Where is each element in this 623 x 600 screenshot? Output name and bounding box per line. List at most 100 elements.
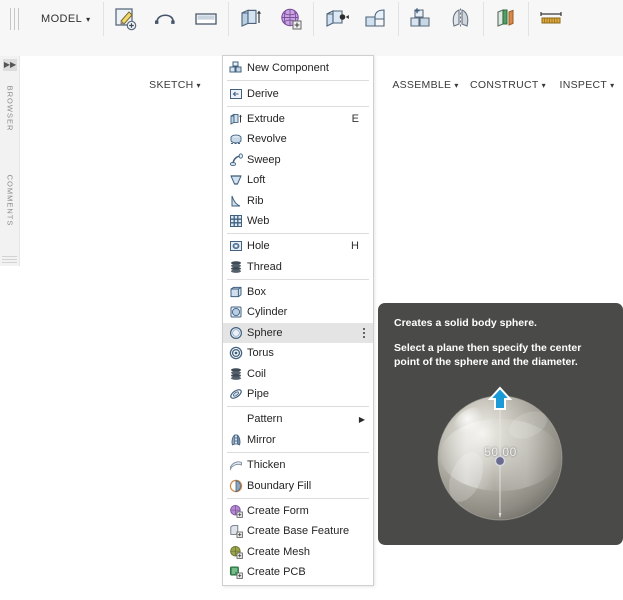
menu-item-label: Mirror — [247, 433, 276, 446]
menu-item-extrude[interactable]: Extrude E — [223, 109, 373, 129]
derive-icon — [228, 86, 243, 101]
menu-item-sweep[interactable]: Sweep — [223, 150, 373, 170]
menu-item-create-pcb[interactable]: Create PCB — [223, 562, 373, 582]
main-toolbar: MODEL ▾ SKETCH ▾ ASSEMBLE ▾ CONSTRUCT ▾ … — [0, 0, 623, 94]
thread-icon — [228, 259, 243, 274]
create-sketch-button[interactable] — [106, 1, 146, 37]
rib-icon — [228, 193, 243, 208]
menu-item-thread[interactable]: Thread — [223, 257, 373, 277]
menu-item-cylinder[interactable]: Cylinder — [223, 302, 373, 322]
boundary-fill-icon — [228, 478, 243, 493]
menu-item-box[interactable]: Box — [223, 282, 373, 302]
create-form-button[interactable] — [271, 1, 311, 37]
toolbar-drag-grip[interactable] — [10, 8, 19, 30]
menu-separator — [227, 80, 369, 82]
mirror-joint-button[interactable] — [441, 1, 481, 37]
menu-item-label: Loft — [247, 174, 266, 187]
chevron-down-icon: ▾ — [610, 81, 615, 90]
menu-item-label: Thread — [247, 260, 282, 273]
menu-item-label: Pipe — [247, 388, 270, 401]
toolbar-group-label-construct[interactable]: CONSTRUCT ▾ — [463, 76, 553, 94]
menu-item-web[interactable]: Web — [223, 211, 373, 231]
chevron-right-icon: ▶ — [358, 414, 365, 424]
group-label-text: INSPECT — [559, 79, 608, 91]
press-pull-button[interactable] — [316, 1, 356, 37]
workspace-selector[interactable]: MODEL ▾ — [23, 13, 101, 25]
menu-item-create-form[interactable]: Create Form — [223, 501, 373, 521]
create-form-icon — [228, 504, 243, 519]
measure-button[interactable] — [531, 1, 571, 37]
menu-item-pattern[interactable]: Pattern ▶ — [223, 409, 373, 429]
browser-panel-label[interactable]: BROWSER — [5, 86, 14, 132]
toolbar-group-label-sketch[interactable]: SKETCH ▾ — [128, 76, 222, 94]
menu-item-label: Cylinder — [247, 306, 288, 319]
menu-item-thicken[interactable]: Thicken — [223, 455, 373, 475]
menu-item-boundary-fill[interactable]: Boundary Fill — [223, 475, 373, 495]
comments-panel-label[interactable]: COMMENTS — [5, 175, 14, 227]
menu-item-coil[interactable]: Coil — [223, 363, 373, 383]
thicken-icon — [228, 458, 243, 473]
new-component-button[interactable] — [401, 1, 441, 37]
menu-item-pipe[interactable]: Pipe — [223, 384, 373, 404]
menu-item-label: Create Base Feature — [247, 525, 350, 538]
toolbar-group-label-assemble[interactable]: ASSEMBLE ▾ — [383, 76, 468, 94]
menu-item-rib[interactable]: Rib — [223, 190, 373, 210]
toolbar-divider — [312, 2, 314, 36]
box-icon — [228, 285, 243, 300]
chevron-down-icon: ▾ — [541, 81, 546, 90]
toolbar-divider — [227, 2, 229, 36]
chevron-down-icon: ▾ — [86, 15, 91, 24]
menu-item-create-mesh[interactable]: Create Mesh — [223, 542, 373, 562]
menu-item-create-base-feature[interactable]: Create Base Feature — [223, 521, 373, 541]
create-dropdown-menu[interactable]: New Component Derive Extrude E Revolve S… — [222, 55, 374, 587]
menu-item-hole[interactable]: Hole H — [223, 236, 373, 256]
menu-item-mirror[interactable]: Mirror — [223, 430, 373, 450]
menu-separator — [227, 406, 369, 408]
menu-item-label: Derive — [247, 87, 279, 100]
group-label-text: SKETCH — [149, 79, 194, 91]
menu-item-new-component[interactable]: New Component — [223, 58, 373, 78]
toolbar-icon-row: MODEL ▾ — [0, 0, 623, 38]
sphere-dimension-label: 50.00 — [484, 445, 517, 459]
toolbar-divider — [102, 2, 104, 36]
resize-grip-icon[interactable] — [2, 256, 17, 264]
toolbar-group-create — [231, 0, 311, 38]
group-label-text: CONSTRUCT — [470, 79, 539, 91]
menu-item-label: Web — [247, 214, 270, 227]
menu-item-derive[interactable]: Derive — [223, 83, 373, 103]
toolbar-group-assemble — [401, 0, 481, 38]
menu-separator — [227, 497, 369, 499]
fillet-button[interactable] — [356, 1, 396, 37]
menu-item-label: Pattern — [247, 413, 283, 426]
menu-item-label: Coil — [247, 367, 266, 380]
chevron-down-icon: ▾ — [454, 81, 459, 90]
offset-plane-button[interactable] — [486, 1, 526, 37]
toolbar-group-labels: SKETCH▾ CREATE▾ MODIFY▾ ASSEMBLE▾ CONSTR… — [0, 38, 623, 94]
menu-item-shortcut: H — [351, 240, 359, 253]
menu-item-label: Create PCB — [247, 566, 306, 579]
menu-item-label: Boundary Fill — [247, 479, 312, 492]
sphere-icon — [228, 325, 243, 340]
menu-item-sphere[interactable]: Sphere — [223, 322, 373, 344]
create-base-feature-icon — [228, 524, 243, 539]
menu-item-label: Extrude — [247, 112, 285, 125]
create-sketch-dimension-button[interactable] — [146, 1, 186, 37]
command-tooltip-panel: Creates a solid body sphere. Select a pl… — [378, 303, 623, 545]
loft-icon — [228, 173, 243, 188]
menu-item-loft[interactable]: Loft — [223, 170, 373, 190]
toolbar-divider — [482, 2, 484, 36]
menu-item-label: Sweep — [247, 153, 281, 166]
tooltip-description: Select a plane then specify the center p… — [394, 342, 582, 369]
collapse-panel-icon[interactable]: ▶▶ — [3, 59, 17, 71]
menu-item-label: Create Mesh — [247, 545, 310, 558]
extrude-button[interactable] — [231, 1, 271, 37]
toolbar-group-label-inspect[interactable]: INSPECT ▾ — [551, 76, 623, 94]
more-options-icon[interactable] — [363, 323, 365, 343]
extrude-icon — [228, 111, 243, 126]
toolbar-divider — [397, 2, 399, 36]
toolbar-group-sketch — [106, 0, 226, 38]
menu-item-revolve[interactable]: Revolve — [223, 129, 373, 149]
menu-item-torus[interactable]: Torus — [223, 343, 373, 363]
sketch-palette-button[interactable] — [186, 1, 226, 37]
toolbar-group-modify — [316, 0, 396, 38]
